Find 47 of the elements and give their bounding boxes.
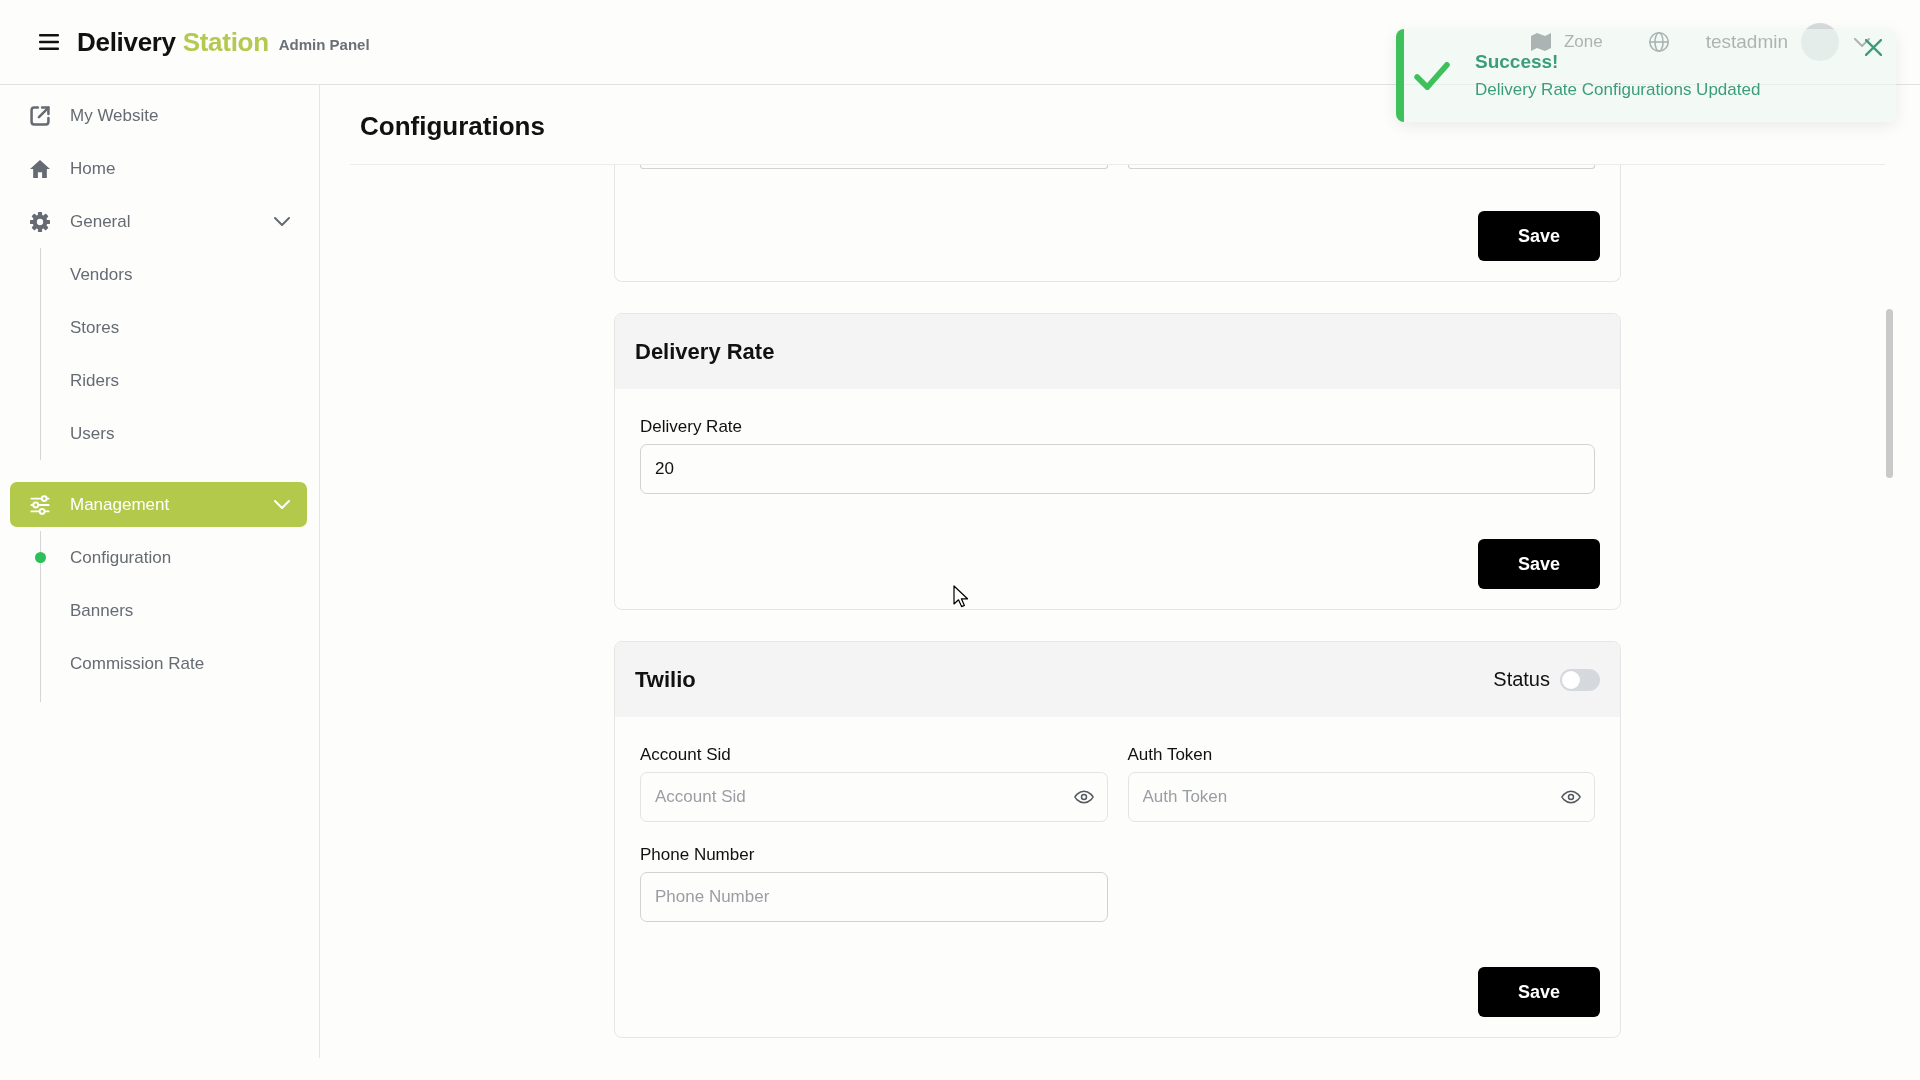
status-label: Status [1493, 668, 1550, 691]
sidebar-subitem[interactable]: Riders [35, 354, 307, 407]
input-field[interactable] [640, 165, 1108, 169]
input-field[interactable]: Phone Number [640, 872, 1108, 922]
sidebar-subitem[interactable]: Vendors [35, 248, 307, 301]
field-label: Delivery Rate [640, 417, 744, 437]
gear-icon [30, 211, 50, 232]
globe-icon[interactable] [1648, 32, 1669, 52]
sliders-icon [30, 494, 50, 515]
scrollbar-thumb[interactable] [1886, 309, 1893, 478]
eye-icon[interactable] [1073, 790, 1094, 804]
toast-message: Delivery Rate Configurations Updated [1475, 78, 1761, 101]
sidebar-subitem[interactable]: Commission Rate [35, 637, 307, 690]
eye-icon[interactable] [1561, 790, 1581, 804]
external-link-icon [30, 105, 50, 126]
card-title: Twilio [635, 666, 696, 693]
field-label: Auth Token [1127, 745, 1214, 765]
sidebar-subitem[interactable]: Banners [35, 584, 307, 637]
chevron-down-icon[interactable] [1854, 37, 1870, 47]
check-icon [1414, 61, 1450, 90]
avatar-icon[interactable] [1801, 23, 1839, 61]
field-label: Account Sid [640, 745, 732, 765]
sidebar-item[interactable]: General [10, 199, 307, 244]
menu-icon[interactable] [39, 34, 59, 50]
toast-title: Success! [1475, 49, 1560, 74]
save-button[interactable]: Save [1478, 967, 1600, 1017]
save-button[interactable]: Save [1478, 211, 1600, 261]
input-field[interactable]: 20 [640, 444, 1595, 494]
page-title: Configurations [360, 110, 545, 142]
input-field[interactable]: Auth Token [1127, 772, 1595, 822]
chevron-down-icon[interactable] [274, 217, 290, 226]
sidebar-subitem[interactable]: Stores [35, 301, 307, 354]
sidebar-item[interactable]: Home [10, 146, 307, 191]
field-label: Phone Number [640, 845, 756, 865]
sidebar-subitem[interactable]: Users [35, 407, 307, 460]
brand-logo: Delivery Station [77, 26, 269, 58]
status-toggle[interactable] [1560, 668, 1600, 691]
card-title: Delivery Rate [635, 338, 775, 365]
sidebar-subitem[interactable]: Configuration [35, 531, 307, 584]
save-button[interactable]: Save [1478, 539, 1600, 589]
map-icon [1530, 33, 1551, 51]
close-icon[interactable] [1865, 39, 1882, 56]
input-field[interactable]: Account Sid [640, 772, 1108, 822]
home-icon [30, 158, 50, 179]
sidebar-item[interactable]: My Website [10, 93, 307, 138]
panel-subtitle: Admin Panel [278, 36, 370, 53]
input-field[interactable] [1127, 165, 1595, 169]
